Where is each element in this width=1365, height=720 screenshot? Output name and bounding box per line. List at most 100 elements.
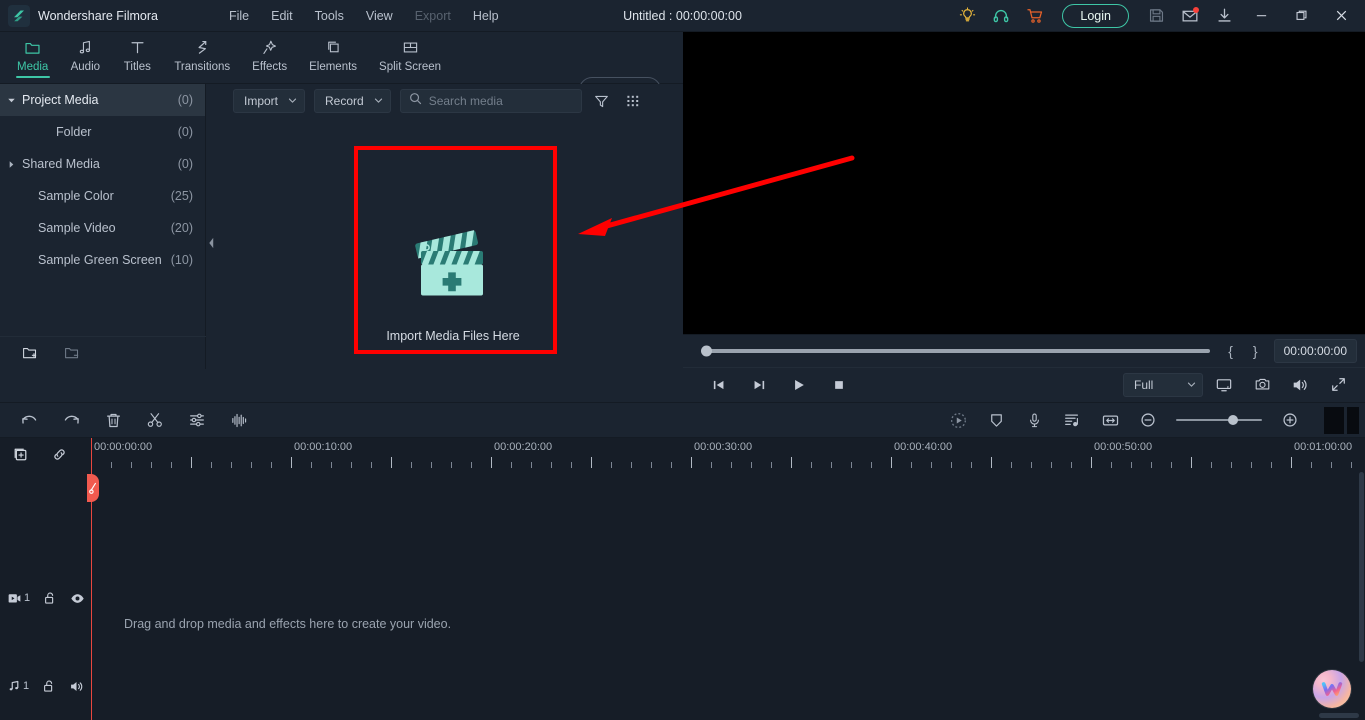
tab-audio[interactable]: Audio [59,32,111,84]
sidebar-item-sample-green-screen[interactable]: Sample Green Screen (10) [0,244,205,276]
redo-button[interactable] [59,408,83,432]
remove-folder-icon[interactable] [64,345,80,361]
menu-item-edit[interactable]: Edit [260,4,304,28]
display-settings-icon[interactable] [1207,373,1241,397]
tab-titles[interactable]: Titles [111,32,163,84]
timeline-zoom-slider[interactable] [1176,412,1262,428]
app-brand-name: Wondershare Filmora [38,8,158,23]
timeline-vertical-scrollbar[interactable] [1359,472,1364,662]
search-media-input[interactable] [428,94,573,108]
new-folder-icon[interactable] [22,345,38,361]
adjust-settings-button[interactable] [185,408,209,432]
mark-out-button[interactable]: } [1243,343,1268,359]
video-preview-canvas[interactable] [683,32,1365,334]
zoom-in-button[interactable] [1278,408,1302,432]
audio-track-mute-icon[interactable] [69,679,84,694]
timeline-header-tools [0,438,88,470]
preview-quality-dropdown[interactable]: Full [1123,372,1203,397]
undo-button[interactable] [17,408,41,432]
delete-button[interactable] [101,408,125,432]
tab-split-screen[interactable]: Split Screen [368,32,452,84]
audio-detach-button[interactable] [227,408,251,432]
next-frame-button[interactable] [747,373,771,397]
record-dropdown[interactable]: Record [314,89,391,113]
beat-detection-button[interactable] [1060,408,1084,432]
sidebar-item-project-media[interactable]: Project Media (0) [0,84,205,116]
sidebar-item-sample-video[interactable]: Sample Video (20) [0,212,205,244]
ruler-tick-major [191,457,192,468]
timeline-track-area[interactable]: Drag and drop media and effects here to … [88,470,1365,720]
fit-timeline-button[interactable] [1098,408,1122,432]
ruler-tick-minor [831,462,832,468]
timeline-horizontal-scrollbar[interactable] [1319,713,1359,718]
cart-icon[interactable] [1018,0,1052,32]
crop-button[interactable] [984,408,1008,432]
maximize-button[interactable] [1281,0,1321,32]
ruler-tick-minor [1151,462,1152,468]
video-track-lock-icon[interactable] [43,591,57,605]
snapshot-camera-icon[interactable] [1245,373,1279,397]
audio-track-lock-icon[interactable] [42,679,56,693]
menu-item-file[interactable]: File [218,4,260,28]
volume-icon[interactable] [1283,373,1317,397]
sidebar-collapse-handle[interactable] [207,232,216,254]
scrubber-track[interactable] [701,345,1211,357]
timeline-right-tools [946,406,1365,434]
voiceover-button[interactable] [1022,408,1046,432]
split-screen-icon [402,37,419,57]
text-t-icon [129,37,146,57]
headphones-icon[interactable] [984,0,1018,32]
sidebar-item-shared-media[interactable]: Shared Media (0) [0,148,205,180]
close-button[interactable] [1321,0,1361,32]
render-preview-button[interactable] [946,408,970,432]
add-track-icon[interactable] [12,446,29,463]
zoom-slider-track[interactable] [1176,419,1262,421]
timeline-drop-hint: Drag and drop media and effects here to … [124,617,452,631]
tab-elements[interactable]: Elements [298,32,368,84]
playhead-handle[interactable] [87,474,99,502]
stop-button[interactable] [827,373,851,397]
filter-funnel-icon[interactable] [591,89,613,113]
timeline-ruler[interactable]: 00:00:00:00 00:00:10:00 00:00:20:00 00:00:3… [88,438,1365,470]
player-progress-bar: { } 00:00:00:00 [683,334,1365,367]
playback-scrubber[interactable] [691,335,1218,367]
tab-effects-label: Effects [252,61,288,73]
download-icon[interactable] [1207,0,1241,32]
menu-item-help[interactable]: Help [462,4,510,28]
menu-item-tools[interactable]: Tools [304,4,355,28]
chevron-down-icon[interactable] [0,96,22,105]
player-timecode[interactable]: 00:00:00:00 [1273,339,1357,363]
lightbulb-icon[interactable] [950,0,984,32]
ruler-tick-minor [111,462,112,468]
tab-titles-label: Titles [123,61,151,73]
chevron-right-icon[interactable] [0,160,22,169]
wondershare-ai-badge[interactable] [1313,670,1351,708]
ruler-label: 00:00:00:00 [94,441,153,453]
grid-view-icon[interactable] [622,89,644,113]
import-media-drop-zone[interactable]: Import Media Files Here [355,179,551,385]
tab-effects[interactable]: Effects [241,32,298,84]
import-dropdown[interactable]: Import [233,89,306,113]
split-button[interactable] [143,408,167,432]
previous-frame-button[interactable] [707,373,731,397]
mark-in-button[interactable]: { [1218,343,1243,359]
search-media-box[interactable] [399,89,582,113]
play-button[interactable] [787,373,811,397]
zoom-out-button[interactable] [1136,408,1160,432]
save-icon[interactable] [1139,0,1173,32]
link-clips-icon[interactable] [51,446,68,463]
scrubber-handle[interactable] [701,345,712,357]
minimize-button[interactable] [1241,0,1281,32]
login-button[interactable]: Login [1062,3,1129,28]
sidebar-item-folder-count: (0) [177,125,193,139]
sidebar-item-folder[interactable]: Folder (0) [0,116,205,148]
menu-item-view[interactable]: View [355,4,404,28]
tab-media-label: Media [17,61,49,73]
tab-media[interactable]: Media [6,32,59,84]
tab-transitions[interactable]: Transitions [163,32,241,84]
fullscreen-icon[interactable] [1321,373,1355,397]
sidebar-item-sample-color[interactable]: Sample Color (25) [0,180,205,212]
mail-icon[interactable] [1173,0,1207,32]
video-track-visibility-icon[interactable] [70,591,85,606]
zoom-slider-knob[interactable] [1228,415,1238,425]
